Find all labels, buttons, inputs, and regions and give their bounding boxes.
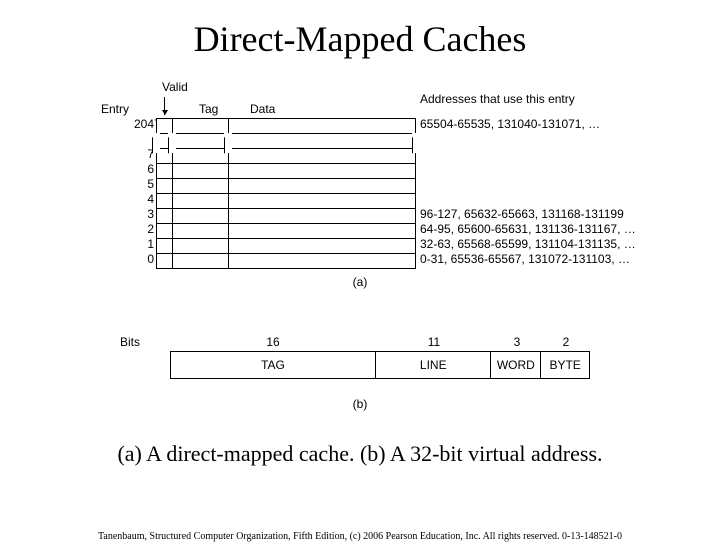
address-example: 96-127, 65632-65663, 131168-131199 — [420, 207, 636, 222]
row-label: 5 — [134, 177, 154, 192]
table-row — [157, 164, 415, 179]
break-mark-icon — [224, 133, 232, 153]
row-labels: 2047 7 6 5 4 3 2 1 0 — [134, 117, 154, 267]
table-row — [157, 179, 415, 194]
valid-arrow-icon — [164, 97, 165, 115]
address-example: 0-31, 65536-65567, 131072-131103, … — [420, 252, 636, 267]
address-example — [420, 132, 636, 147]
data-header: Data — [250, 102, 275, 116]
footer-text: Tanenbaum, Structured Computer Organizat… — [0, 531, 720, 542]
row-label: 2047 — [134, 117, 154, 132]
row-label — [134, 132, 154, 147]
break-mark-icon — [412, 133, 420, 153]
address-example: 32-63, 65568-65599, 131104-131135, … — [420, 237, 636, 252]
address-example: 64-95, 65600-65631, 131136-131167, … — [420, 222, 636, 237]
diagram-a-sublabel: (a) — [80, 275, 640, 289]
row-label: 0 — [134, 252, 154, 267]
diagram-b: Bits 16 11 3 2 TAG LINE WORD BYTE (b) — [110, 335, 610, 415]
address-example — [420, 192, 636, 207]
table-row — [157, 209, 415, 224]
field-tag: TAG — [171, 352, 376, 378]
break-mark-icon — [152, 133, 160, 153]
address-example: 65504-65535, 131040-131071, … — [420, 117, 636, 132]
figure-caption: (a) A direct-mapped cache. (b) A 32-bit … — [0, 441, 720, 467]
address-example — [420, 177, 636, 192]
break-mark-icon — [168, 133, 176, 153]
addresses-header: Addresses that use this entry — [420, 92, 575, 106]
break-marks — [156, 133, 416, 153]
bits-tag: 16 — [170, 335, 376, 349]
table-row — [157, 239, 415, 254]
table-row — [157, 119, 415, 134]
address-example — [420, 147, 636, 162]
row-label: 3 — [134, 207, 154, 222]
row-label: 6 — [134, 162, 154, 177]
bits-byte: 2 — [542, 335, 590, 349]
bits-row: 16 11 3 2 — [170, 335, 590, 349]
entry-header: Entry — [101, 102, 129, 116]
address-examples: 65504-65535, 131040-131071, … 96-127, 65… — [420, 117, 636, 267]
diagram-a: Entry Valid Tag Data Addresses that use … — [80, 70, 640, 305]
row-label: 1 — [134, 237, 154, 252]
page-title: Direct-Mapped Caches — [0, 18, 720, 60]
table-row — [157, 254, 415, 269]
field-line: LINE — [376, 352, 491, 378]
valid-header: Valid — [162, 80, 188, 94]
address-example — [420, 162, 636, 177]
bits-word: 3 — [492, 335, 542, 349]
tag-header: Tag — [199, 102, 218, 116]
row-label: 2 — [134, 222, 154, 237]
bits-label: Bits — [120, 335, 140, 349]
address-fields-box: TAG LINE WORD BYTE — [170, 351, 590, 379]
field-byte: BYTE — [541, 352, 589, 378]
table-row — [157, 194, 415, 209]
bits-line: 11 — [376, 335, 492, 349]
table-row — [157, 224, 415, 239]
row-label: 4 — [134, 192, 154, 207]
field-word: WORD — [491, 352, 541, 378]
row-label: 7 — [134, 147, 154, 162]
